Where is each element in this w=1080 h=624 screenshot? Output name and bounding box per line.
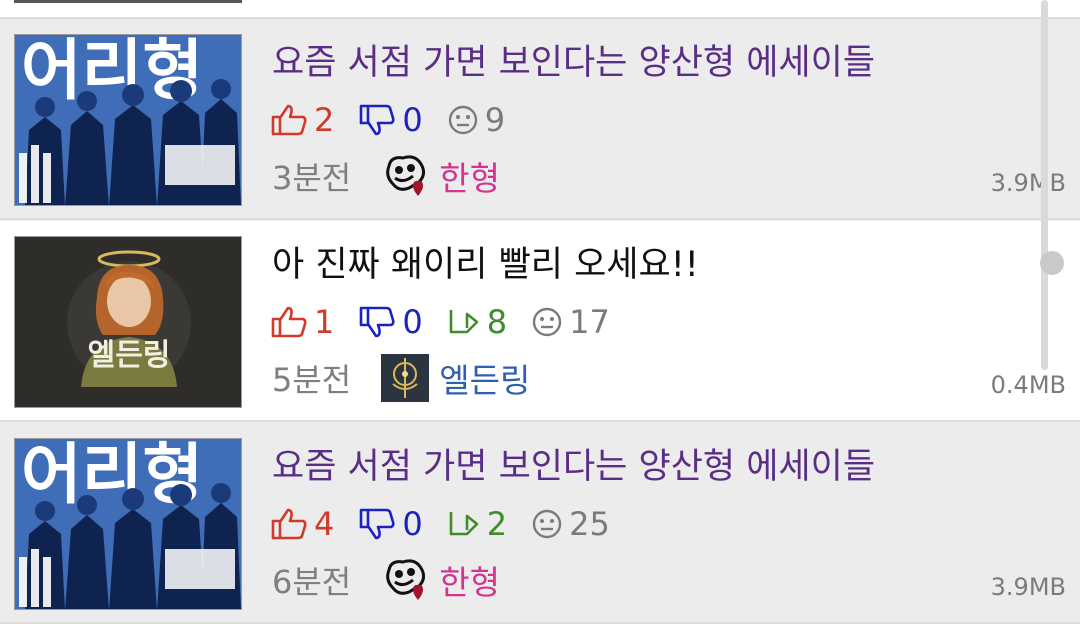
post-meta: 6분전 한형 bbox=[272, 557, 500, 603]
dislike-count: 0 bbox=[402, 505, 423, 543]
thumbs-up-icon bbox=[271, 508, 307, 540]
thumbs-up-icon bbox=[271, 306, 307, 338]
thumbs-down-icon bbox=[360, 104, 395, 136]
scrollbar-track[interactable] bbox=[1041, 0, 1048, 370]
comment-face-icon bbox=[532, 509, 562, 539]
scroll-handle[interactable] bbox=[1040, 251, 1064, 275]
dislike-stat: 0 bbox=[358, 101, 423, 139]
share-count: 2 bbox=[486, 505, 508, 543]
board-name[interactable]: 한형 bbox=[439, 556, 500, 604]
share-icon bbox=[449, 512, 479, 536]
thumbs-up-icon bbox=[271, 104, 307, 136]
elden-board-icon bbox=[381, 354, 430, 402]
post-time: 6분전 bbox=[272, 563, 352, 601]
comment-count: 25 bbox=[569, 505, 610, 543]
comment-stat: 9 bbox=[447, 101, 505, 139]
post-time: 5분전 bbox=[272, 361, 352, 399]
dislike-stat: 0 bbox=[358, 505, 423, 543]
file-size: 3.9MB bbox=[990, 573, 1066, 601]
post-time: 3분전 bbox=[272, 159, 352, 197]
like-count: 2 bbox=[314, 101, 335, 139]
file-size: 3.9MB bbox=[990, 169, 1066, 197]
post-meta: 5분전 엘든링 bbox=[272, 354, 530, 402]
share-stat: 2 bbox=[447, 505, 507, 543]
comment-stat: 25 bbox=[531, 505, 610, 543]
previous-thumbnail-edge bbox=[14, 0, 242, 3]
previous-post-edge[interactable] bbox=[0, 0, 1080, 19]
post-stats: 1 0 8 17 bbox=[270, 299, 634, 345]
comment-count: 9 bbox=[484, 101, 506, 139]
post-title[interactable]: 요즘 서점 가면 보인다는 양산형 에세이들 bbox=[272, 40, 875, 86]
like-stat: 1 bbox=[270, 303, 334, 341]
like-stat: 4 bbox=[270, 505, 334, 543]
like-stat: 2 bbox=[270, 101, 334, 139]
comment-face-icon bbox=[532, 307, 562, 337]
board-name[interactable]: 한형 bbox=[439, 152, 500, 200]
post-title[interactable]: 아 진짜 왜이리 빨리 오세요!! bbox=[272, 242, 699, 288]
post-row[interactable]: 어리형 요즘 서점 가면 보인다는 양산형 에세이들 bbox=[0, 19, 1080, 220]
thumbs-down-icon bbox=[360, 508, 395, 540]
post-row[interactable]: 엘든링 아 진짜 왜이리 빨리 오세요!! 1 0 8 17 5분전 엘든링 0… bbox=[0, 221, 1080, 422]
like-count: 4 bbox=[314, 505, 335, 543]
post-row[interactable]: 어리형 요즘 서점 가면 보인다는 양산형 에세이들 bbox=[0, 423, 1080, 624]
hanhyung-board-icon bbox=[386, 559, 426, 600]
like-count: 1 bbox=[314, 303, 335, 341]
post-title[interactable]: 요즘 서점 가면 보인다는 양산형 에세이들 bbox=[272, 444, 875, 490]
thumbnail-title-text: 엘든링 bbox=[88, 338, 171, 373]
comment-count: 17 bbox=[569, 303, 610, 341]
share-count: 8 bbox=[486, 303, 508, 341]
thumbs-down-icon bbox=[360, 306, 395, 338]
post-stats: 4 0 2 25 bbox=[270, 501, 634, 547]
comment-stat: 17 bbox=[531, 303, 610, 341]
comment-face-icon bbox=[448, 105, 477, 135]
dislike-stat: 0 bbox=[358, 303, 423, 341]
post-thumbnail[interactable]: 어리형 bbox=[14, 34, 242, 206]
post-thumbnail[interactable]: 어리형 bbox=[14, 438, 242, 610]
post-stats: 2 0 9 bbox=[270, 97, 529, 143]
dislike-count: 0 bbox=[402, 101, 423, 139]
post-thumbnail[interactable]: 엘든링 bbox=[14, 236, 242, 408]
board-name[interactable]: 엘든링 bbox=[439, 354, 530, 402]
hanhyung-board-icon bbox=[386, 155, 426, 196]
share-stat: 8 bbox=[447, 303, 507, 341]
post-meta: 3분전 한형 bbox=[272, 153, 500, 199]
share-icon bbox=[449, 310, 479, 334]
dislike-count: 0 bbox=[402, 303, 423, 341]
file-size: 0.4MB bbox=[990, 371, 1066, 399]
